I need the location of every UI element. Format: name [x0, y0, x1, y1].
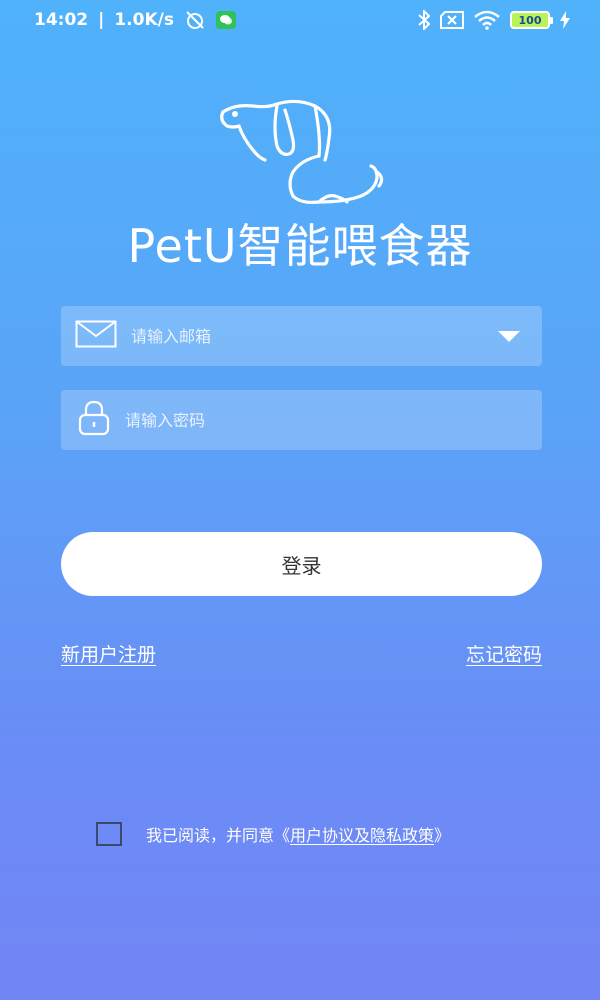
agreement-text: 我已阅读，并同意	[146, 826, 275, 845]
battery-icon: 100	[510, 11, 553, 29]
password-field[interactable]	[61, 390, 542, 450]
sim-x-icon	[440, 11, 464, 29]
chevron-down-icon[interactable]	[498, 330, 520, 342]
bluetooth-icon	[418, 10, 430, 30]
status-separator: |	[98, 10, 105, 30]
register-link[interactable]: 新用户注册	[61, 640, 156, 667]
agreement-bracket-open: 《	[274, 826, 291, 845]
status-right: 100	[418, 10, 570, 30]
wechat-icon	[215, 11, 236, 29]
forgot-password-link[interactable]: 忘记密码	[466, 640, 542, 667]
agreement-bracket-close: 》	[434, 826, 451, 845]
agreement-row: 我已阅读，并同意 《 用户协议及隐私政策 》	[96, 822, 450, 846]
wifi-icon	[474, 10, 500, 30]
email-field[interactable]	[61, 306, 542, 366]
email-input[interactable]	[131, 326, 498, 346]
mail-icon	[75, 320, 117, 352]
agreement-link[interactable]: 用户协议及隐私政策	[290, 822, 434, 846]
app-title: PetU智能喂食器	[127, 219, 473, 273]
login-button[interactable]: 登录	[61, 532, 542, 596]
charging-icon	[560, 11, 570, 29]
status-time: 14:02	[34, 10, 89, 30]
lock-icon	[77, 400, 111, 440]
agreement-checkbox[interactable]	[96, 822, 122, 846]
alarm-off-icon	[184, 10, 206, 30]
password-input[interactable]	[125, 410, 542, 430]
status-bar: 14:02 | 1.0K/s 100	[0, 0, 600, 40]
dog-logo-icon	[215, 98, 390, 210]
network-speed: 1.0K/s	[114, 10, 174, 30]
status-left: 14:02 | 1.0K/s	[34, 10, 236, 30]
battery-level: 100	[518, 13, 542, 27]
